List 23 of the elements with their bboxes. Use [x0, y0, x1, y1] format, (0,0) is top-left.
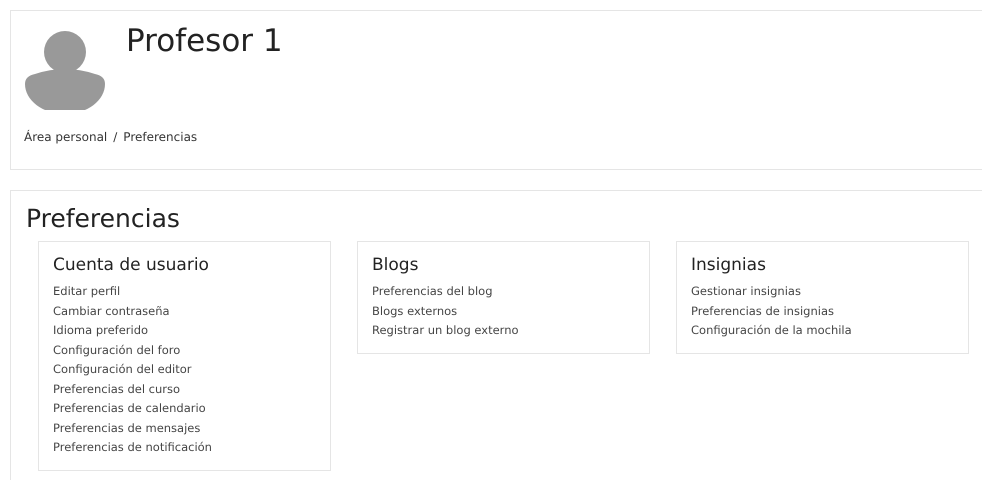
page-title: Preferencias	[26, 203, 181, 235]
preference-link[interactable]: Configuración de la mochila	[691, 321, 852, 340]
section-title: Cuenta de usuario	[53, 254, 210, 276]
preference-link[interactable]: Blogs externos	[372, 302, 458, 321]
preference-link[interactable]: Editar perfil	[53, 282, 120, 302]
breadcrumb-link[interactable]: Preferencias	[123, 128, 198, 146]
section-title: Blogs	[372, 254, 420, 276]
preference-link[interactable]: Preferencias de insignias	[691, 302, 834, 321]
preference-link[interactable]: Preferencias del curso	[53, 380, 180, 399]
section-title: Insignias	[691, 254, 767, 276]
preference-link[interactable]: Configuración del foro	[53, 340, 180, 360]
preference-link[interactable]: Preferencias de calendario	[53, 399, 206, 418]
preference-link[interactable]: Configuración del editor	[53, 360, 192, 380]
breadcrumb-link[interactable]: Área personal	[24, 128, 108, 146]
preference-link[interactable]: Preferencias de mensajes	[53, 418, 200, 438]
user-name: Profesor 1	[126, 22, 283, 61]
preference-link[interactable]: Preferencias del blog	[372, 282, 493, 302]
preference-link[interactable]: Idioma preferido	[53, 321, 148, 340]
preference-link[interactable]: Cambiar contraseña	[53, 302, 170, 321]
preference-link[interactable]: Gestionar insignias	[691, 282, 801, 302]
breadcrumb-separator: /	[113, 129, 118, 146]
preference-link[interactable]: Preferencias de notificación	[53, 438, 212, 458]
preference-link[interactable]: Registrar un blog externo	[372, 321, 519, 340]
